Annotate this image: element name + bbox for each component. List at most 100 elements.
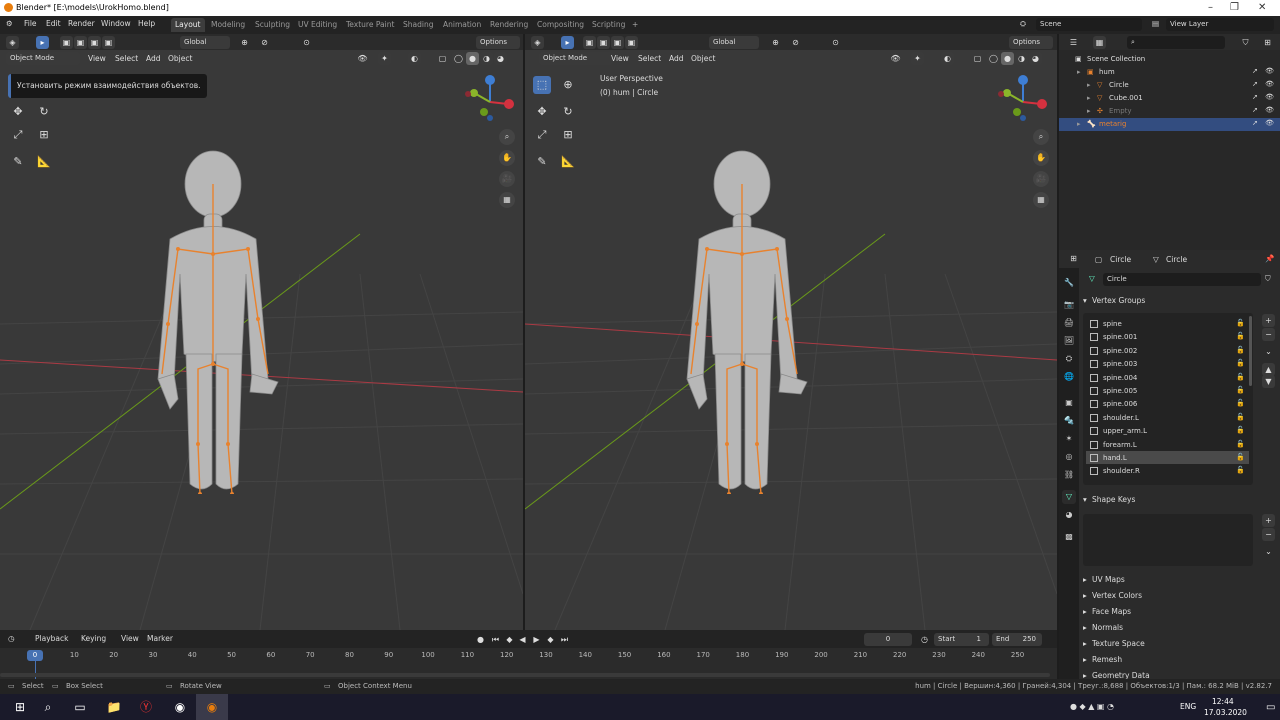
add-shape-key-icon[interactable]: + (1262, 514, 1275, 527)
filter-icon[interactable]: ⛉ (1239, 36, 1252, 49)
orientation-selector[interactable]: Global (709, 36, 759, 49)
remove-shape-key-icon[interactable]: − (1262, 528, 1275, 541)
language-indicator[interactable]: ENG (1180, 702, 1196, 711)
cursor-tool-icon[interactable]: ⊕ (559, 76, 577, 94)
select-tool-icon[interactable]: ▸ (36, 36, 49, 49)
outliner-scene-collection[interactable]: ▣ Scene Collection (1059, 53, 1280, 66)
search-icon[interactable]: ⌕ (32, 694, 64, 720)
tab-animation[interactable]: Animation (439, 18, 485, 32)
lock-icon[interactable]: 🔓 (1236, 413, 1245, 421)
menu-object[interactable]: Object (691, 54, 715, 63)
shading-material-icon[interactable]: ◑ (1015, 52, 1028, 65)
new-collection-icon[interactable]: ⊞ (1261, 36, 1274, 49)
lock-icon[interactable]: 🔓 (1236, 440, 1245, 448)
world-tab-icon[interactable]: 🌐 (1062, 370, 1076, 384)
object-tab-icon[interactable]: ▣ (1062, 396, 1076, 410)
menu-playback[interactable]: Playback (35, 634, 68, 643)
xray-icon[interactable]: ▢ (436, 52, 449, 65)
move-down-icon[interactable]: ▼ (1262, 375, 1275, 388)
outliner-item-circle[interactable]: ▸ ▽ Circle ➚ 👁 (1059, 79, 1280, 92)
menu-add[interactable]: Add (669, 54, 684, 63)
tab-rendering[interactable]: Rendering (486, 18, 532, 32)
menu-file[interactable]: File (24, 19, 37, 28)
camera-icon[interactable]: 🎥 (1033, 171, 1049, 187)
overlay-icon[interactable]: ◐ (408, 52, 421, 65)
pivot-icon[interactable]: ⊕ (769, 36, 782, 49)
menu-timeline-view[interactable]: View (121, 634, 139, 643)
tab-compositing[interactable]: Compositing (533, 18, 588, 32)
view-layer-tab-icon[interactable]: 🖼 (1062, 334, 1076, 348)
annotate-tool-icon[interactable]: ✎ (9, 153, 27, 171)
panel-vertex-colors[interactable]: ▸ Vertex Colors (1079, 590, 1280, 604)
tray-icons[interactable]: ● ◆ ▲ ▣ ◔ (1070, 702, 1114, 711)
preview-range-icon[interactable]: ◷ (918, 633, 931, 646)
visibility-eye-icon[interactable]: 👁 (1265, 119, 1274, 127)
blender-taskbar-icon[interactable]: ◉ (196, 694, 228, 720)
fake-user-icon[interactable]: ⛉ (1265, 274, 1271, 284)
vertex-group-item[interactable]: spine.001 🔓 (1086, 330, 1249, 343)
navigation-gizmo[interactable] (995, 74, 1053, 124)
mesh-name-field[interactable]: Circle (1103, 273, 1261, 286)
transform-tool-icon[interactable]: ⊞ (35, 126, 53, 144)
close-icon[interactable]: ✕ (1258, 2, 1266, 13)
mode-new-icon[interactable]: ▣ (583, 36, 596, 49)
xray-icon[interactable]: ▢ (971, 52, 984, 65)
add-vertex-group-icon[interactable]: + (1262, 314, 1275, 327)
viewport-right[interactable]: ◈ ▸ ▣ ▣ ▣ ▣ Global ⊕ ⊘ ⊙ Options Object … (525, 34, 1057, 630)
selectable-icon[interactable]: ➚ (1252, 67, 1258, 75)
zoom-icon[interactable]: ⌕ (1033, 129, 1049, 145)
visibility-eye-icon[interactable]: 👁 (1265, 67, 1274, 75)
gizmo-icon[interactable]: ✦ (378, 52, 391, 65)
selectable-icon[interactable]: ➚ (1252, 119, 1258, 127)
select-tool-icon[interactable]: ▸ (561, 36, 574, 49)
menu-select[interactable]: Select (638, 54, 661, 63)
constraints-tab-icon[interactable]: ⛓ (1062, 468, 1076, 482)
outliner-search-input[interactable]: ⌕ (1127, 36, 1225, 49)
vertex-group-item[interactable]: spine.002 🔓 (1086, 344, 1249, 357)
lock-icon[interactable]: 🔓 (1236, 399, 1245, 407)
pivot-icon[interactable]: ⊕ (238, 36, 251, 49)
visibility-eye-icon[interactable]: 👁 (1265, 80, 1274, 88)
vertex-group-item[interactable]: forearm.L 🔓 (1086, 438, 1249, 451)
mode-extend-icon[interactable]: ▣ (74, 36, 87, 49)
lock-icon[interactable]: 🔓 (1236, 453, 1245, 461)
yandex-browser-icon[interactable]: Ⓨ (130, 694, 162, 720)
notifications-icon[interactable]: ▭ (1266, 702, 1275, 713)
editor-type-icon[interactable]: ◈ (6, 36, 19, 49)
pin-icon[interactable]: 📌 (1265, 254, 1274, 263)
shading-rendered-icon[interactable]: ◕ (1029, 52, 1042, 65)
pan-icon[interactable]: ✋ (499, 150, 515, 166)
vertex-group-item[interactable]: hand.L 🔓 (1086, 451, 1249, 464)
tab-texture-paint[interactable]: Texture Paint (342, 18, 398, 32)
render-tab-icon[interactable]: 📷 (1062, 298, 1076, 312)
vertex-group-item[interactable]: spine.006 🔓 (1086, 397, 1249, 410)
vertex-group-item[interactable]: upper_arm.L 🔓 (1086, 424, 1249, 437)
selectable-icon[interactable]: ➚ (1252, 93, 1258, 101)
transform-tool-icon[interactable]: ⊞ (559, 126, 577, 144)
maximize-icon[interactable]: ❐ (1230, 2, 1239, 13)
current-frame-field[interactable]: 0 (864, 633, 912, 646)
play-icon[interactable]: ▶ (530, 633, 543, 646)
select-box-tool-icon[interactable]: ⬚ (533, 76, 551, 94)
lock-icon[interactable]: 🔓 (1236, 332, 1245, 340)
pan-icon[interactable]: ✋ (1033, 150, 1049, 166)
shading-material-icon[interactable]: ◑ (480, 52, 493, 65)
mode-extend-icon[interactable]: ▣ (597, 36, 610, 49)
shading-wireframe-icon[interactable]: ◯ (452, 52, 465, 65)
zoom-icon[interactable]: ⌕ (499, 129, 515, 145)
orientation-selector[interactable]: Global (180, 36, 230, 49)
snap-icon[interactable]: ⊘ (258, 36, 271, 49)
visibility-icon[interactable]: 👁 (889, 52, 902, 65)
blender-menu-icon[interactable]: ⚙ (6, 19, 13, 28)
app-icon[interactable]: ◉ (164, 694, 196, 720)
move-tool-icon[interactable]: ✥ (533, 103, 551, 121)
mode-invert-icon[interactable]: ▣ (102, 36, 115, 49)
shape-keys-list[interactable] (1083, 514, 1253, 566)
viewport-left[interactable]: ◈ ▸ ▣ ▣ ▣ ▣ Global ⊕ ⊘ ⊙ Options Object … (0, 34, 523, 630)
vertex-group-item[interactable]: spine 🔓 (1086, 317, 1249, 330)
jump-start-icon[interactable]: ⏮ (489, 633, 502, 646)
next-keyframe-icon[interactable]: ◆ (544, 633, 557, 646)
clock-date[interactable]: 17.03.2020 (1204, 708, 1247, 717)
clock-time[interactable]: 12:44 (1212, 697, 1234, 706)
panel-uv-maps[interactable]: ▸ UV Maps (1079, 574, 1280, 588)
